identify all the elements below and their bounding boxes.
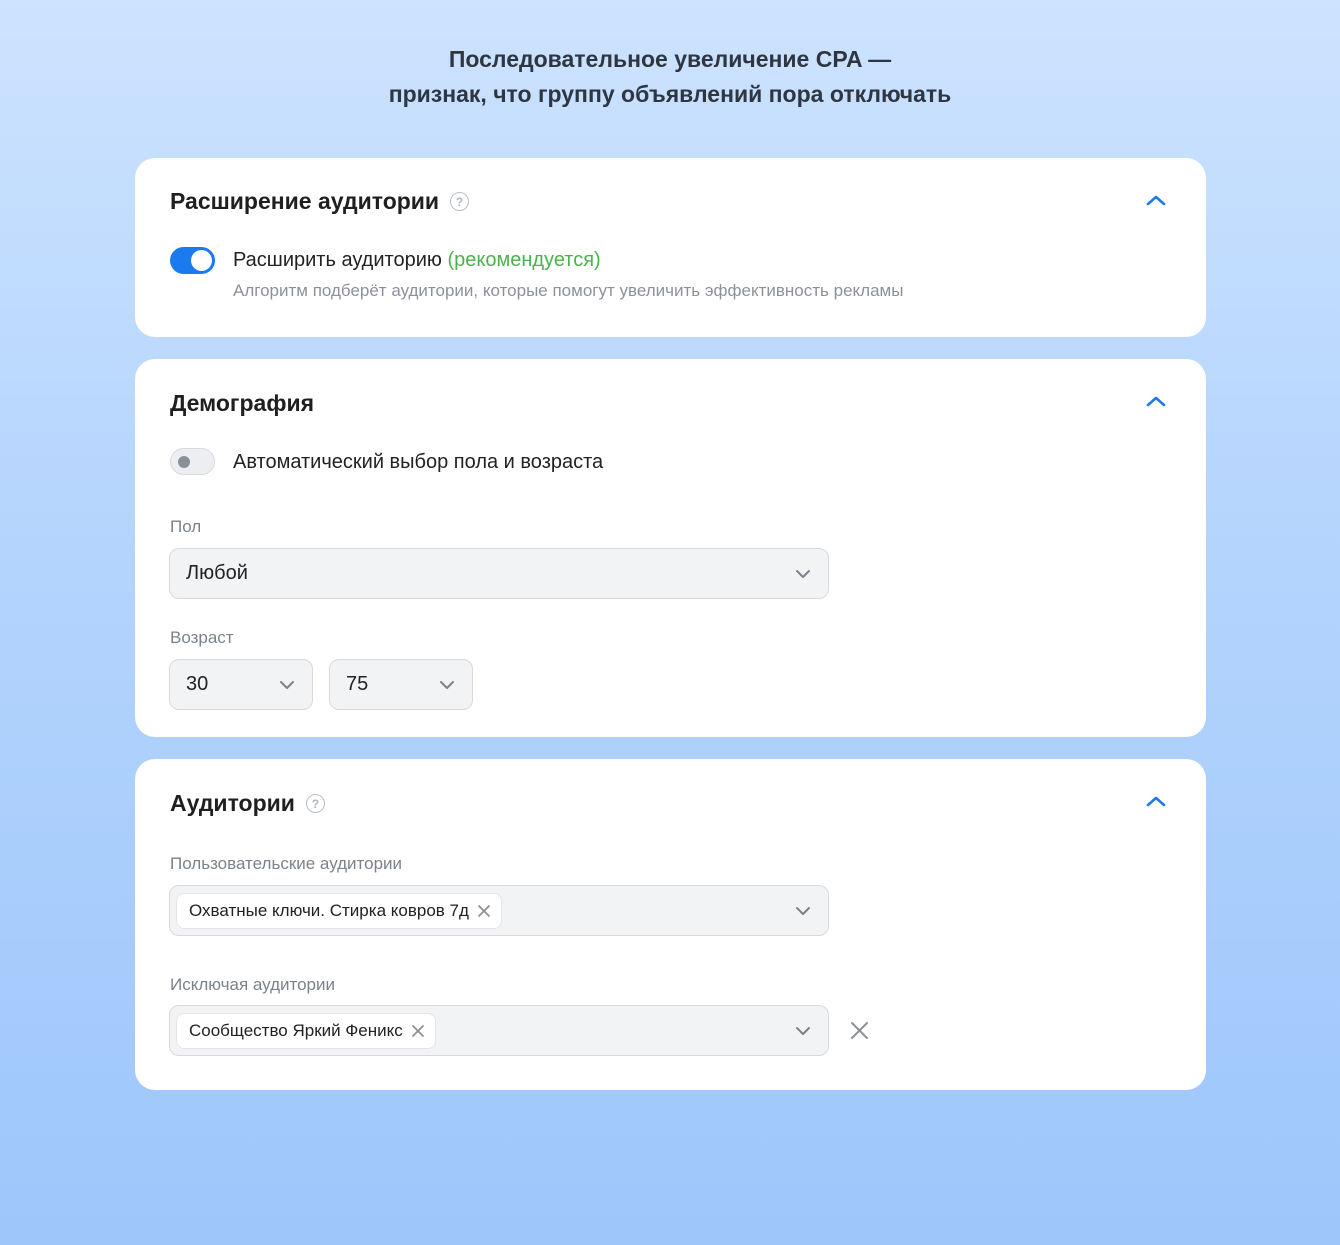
help-icon[interactable]: ? bbox=[305, 794, 325, 813]
demography-title: Демография bbox=[170, 390, 314, 417]
toggle-knob bbox=[178, 456, 190, 468]
audience-expansion-title-text: Расширение аудитории bbox=[170, 188, 440, 214]
exclude-audiences-label: Исключая аудитории bbox=[170, 975, 335, 994]
exclude-audiences-select[interactable]: Сообщество Яркий Феникс bbox=[169, 1005, 829, 1056]
chevron-down-icon bbox=[280, 680, 294, 689]
chevron-down-icon bbox=[796, 569, 810, 578]
gender-select[interactable]: Любой bbox=[169, 548, 829, 599]
expand-audience-label-text: Расширить аудиторию bbox=[233, 249, 442, 271]
gender-select-value: Любой bbox=[186, 562, 248, 584]
age-from-value: 30 bbox=[186, 673, 209, 695]
age-to-value: 75 bbox=[346, 673, 369, 695]
audiences-title-text: Аудитории bbox=[170, 790, 295, 816]
chevron-up-icon[interactable] bbox=[1144, 793, 1168, 809]
headline-line-2: признак, что группу объявлений пора откл… bbox=[388, 81, 952, 107]
audience-chip-label: Охватные ключи. Стирка ковров 7д bbox=[189, 900, 469, 920]
demography-title-text: Демография bbox=[170, 390, 315, 416]
page-headline: Последовательное увеличение CPA — призна… bbox=[0, 42, 1340, 112]
headline-line-1: Последовательное увеличение CPA — bbox=[448, 46, 892, 72]
audience-chip-label: Сообщество Яркий Феникс bbox=[189, 1020, 403, 1040]
expand-audience-description: Алгоритм подберёт аудитории, которые пом… bbox=[233, 281, 904, 300]
audience-expansion-title: Расширение аудитории ? bbox=[170, 188, 470, 215]
chevron-up-icon[interactable] bbox=[1144, 393, 1168, 409]
audience-chip: Сообщество Яркий Феникс bbox=[176, 1012, 436, 1049]
audiences-card: Аудитории ? Пользовательские аудитории О… bbox=[135, 759, 1206, 1090]
expand-audience-toggle[interactable] bbox=[170, 247, 215, 274]
toggle-knob bbox=[191, 250, 212, 271]
age-label: Возраст bbox=[170, 628, 234, 647]
auto-gender-age-label: Автоматический выбор пола и возраста bbox=[233, 451, 604, 473]
demography-card: Демография Автоматический выбор пола и в… bbox=[135, 359, 1206, 737]
chevron-down-icon bbox=[796, 1026, 810, 1035]
chevron-down-icon bbox=[440, 680, 454, 689]
custom-audiences-select[interactable]: Охватные ключи. Стирка ковров 7д bbox=[169, 885, 829, 936]
remove-chip-icon[interactable] bbox=[411, 1024, 425, 1038]
clear-excluded-icon[interactable] bbox=[850, 1021, 869, 1040]
gender-label: Пол bbox=[170, 517, 202, 536]
expand-audience-label: Расширить аудиторию (рекомендуется) bbox=[233, 249, 601, 272]
audience-expansion-card: Расширение аудитории ? Расширить аудитор… bbox=[135, 158, 1206, 337]
age-from-select[interactable]: 30 bbox=[169, 659, 313, 710]
audiences-title: Аудитории ? bbox=[170, 790, 325, 817]
recommended-note: (рекомендуется) bbox=[447, 249, 601, 271]
audience-chip: Охватные ключи. Стирка ковров 7д bbox=[176, 892, 502, 929]
help-icon[interactable]: ? bbox=[450, 192, 470, 211]
custom-audiences-label: Пользовательские аудитории bbox=[170, 854, 403, 873]
age-to-select[interactable]: 75 bbox=[329, 659, 473, 710]
chevron-down-icon bbox=[796, 906, 810, 915]
chevron-up-icon[interactable] bbox=[1144, 192, 1168, 208]
remove-chip-icon[interactable] bbox=[477, 904, 491, 918]
auto-gender-age-toggle[interactable] bbox=[170, 448, 215, 475]
